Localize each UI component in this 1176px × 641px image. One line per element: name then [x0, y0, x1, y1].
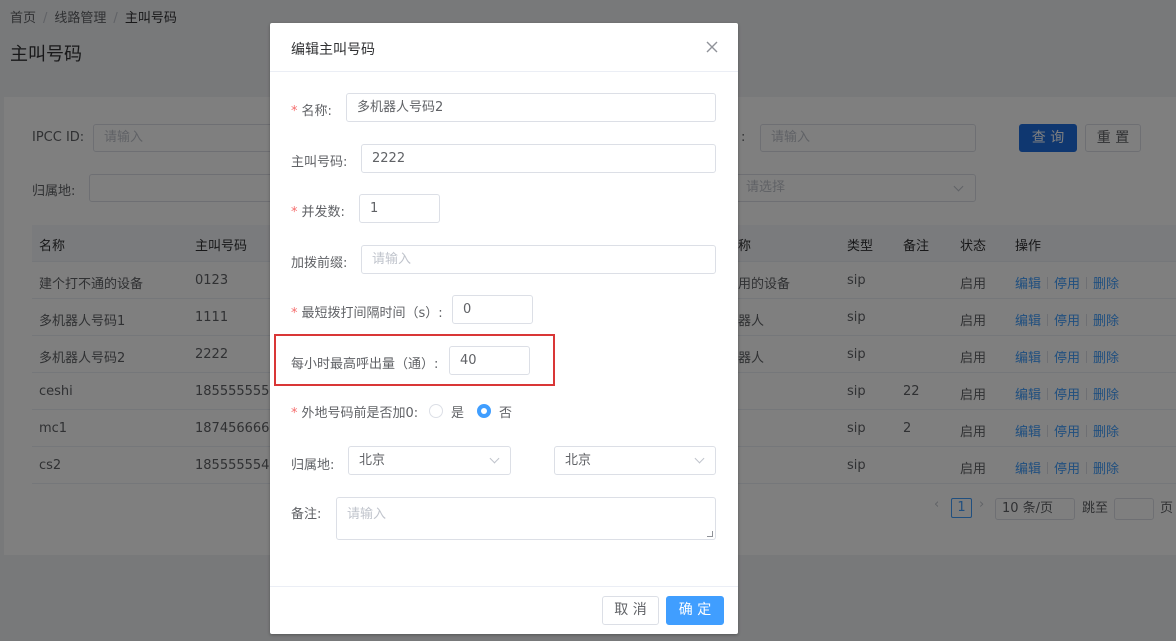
- dialog-title: 编辑主叫号码: [291, 42, 375, 58]
- note-textarea-placeholder: 请输入: [347, 507, 387, 522]
- edit-caller-dialog: 编辑主叫号码 * 名称: 多机器人号码2 主叫号码: 2222 * 并发数: 1 加…: [270, 23, 738, 634]
- note-label: 备注:: [291, 507, 322, 522]
- concurrency-input[interactable]: 1: [359, 194, 440, 223]
- dialog-header: 编辑主叫号码: [270, 23, 738, 72]
- concurrency-label: * 并发数:: [291, 201, 345, 220]
- highlight-box: [274, 334, 555, 386]
- radio-yes[interactable]: [429, 404, 443, 418]
- min-interval-input[interactable]: 0: [452, 295, 533, 324]
- min-interval-label-text: 最短拨打间隔时间（s）:: [301, 306, 443, 321]
- province-select-value: 北京: [359, 453, 386, 468]
- cancel-button[interactable]: 取 消: [602, 596, 659, 625]
- caller-number-label: 主叫号码:: [291, 155, 348, 170]
- required-mark: *: [291, 406, 298, 421]
- required-mark: *: [291, 205, 298, 220]
- radio-yes-label[interactable]: 是: [451, 402, 464, 421]
- dialog-footer-divider: [270, 586, 738, 587]
- dial-prefix-label: 加拨前缀:: [291, 256, 348, 271]
- name-label: * 名称:: [291, 100, 332, 119]
- required-mark: *: [291, 104, 298, 119]
- note-textarea[interactable]: 请输入: [336, 497, 716, 540]
- radio-no[interactable]: [477, 404, 491, 418]
- name-label-text: 名称:: [301, 104, 332, 119]
- resize-grip-icon[interactable]: [707, 531, 713, 537]
- region-label: 归属地:: [291, 458, 335, 473]
- concurrency-label-text: 并发数:: [301, 205, 345, 220]
- radio-no-label[interactable]: 否: [499, 402, 512, 421]
- caller-number-input[interactable]: 2222: [361, 144, 716, 173]
- city-select-value: 北京: [565, 453, 592, 468]
- required-mark: *: [291, 306, 298, 321]
- city-select[interactable]: 北京: [554, 446, 716, 475]
- remote-prefix-label-text: 外地号码前是否加0:: [301, 406, 419, 421]
- province-select[interactable]: 北京: [348, 446, 511, 475]
- dial-prefix-input[interactable]: 请输入: [361, 245, 716, 274]
- close-icon[interactable]: [703, 38, 721, 56]
- remote-prefix-label: * 外地号码前是否加0:: [291, 402, 418, 421]
- name-input[interactable]: 多机器人号码2: [346, 93, 716, 122]
- confirm-button[interactable]: 确 定: [666, 596, 724, 625]
- min-interval-label: * 最短拨打间隔时间（s）:: [291, 302, 443, 321]
